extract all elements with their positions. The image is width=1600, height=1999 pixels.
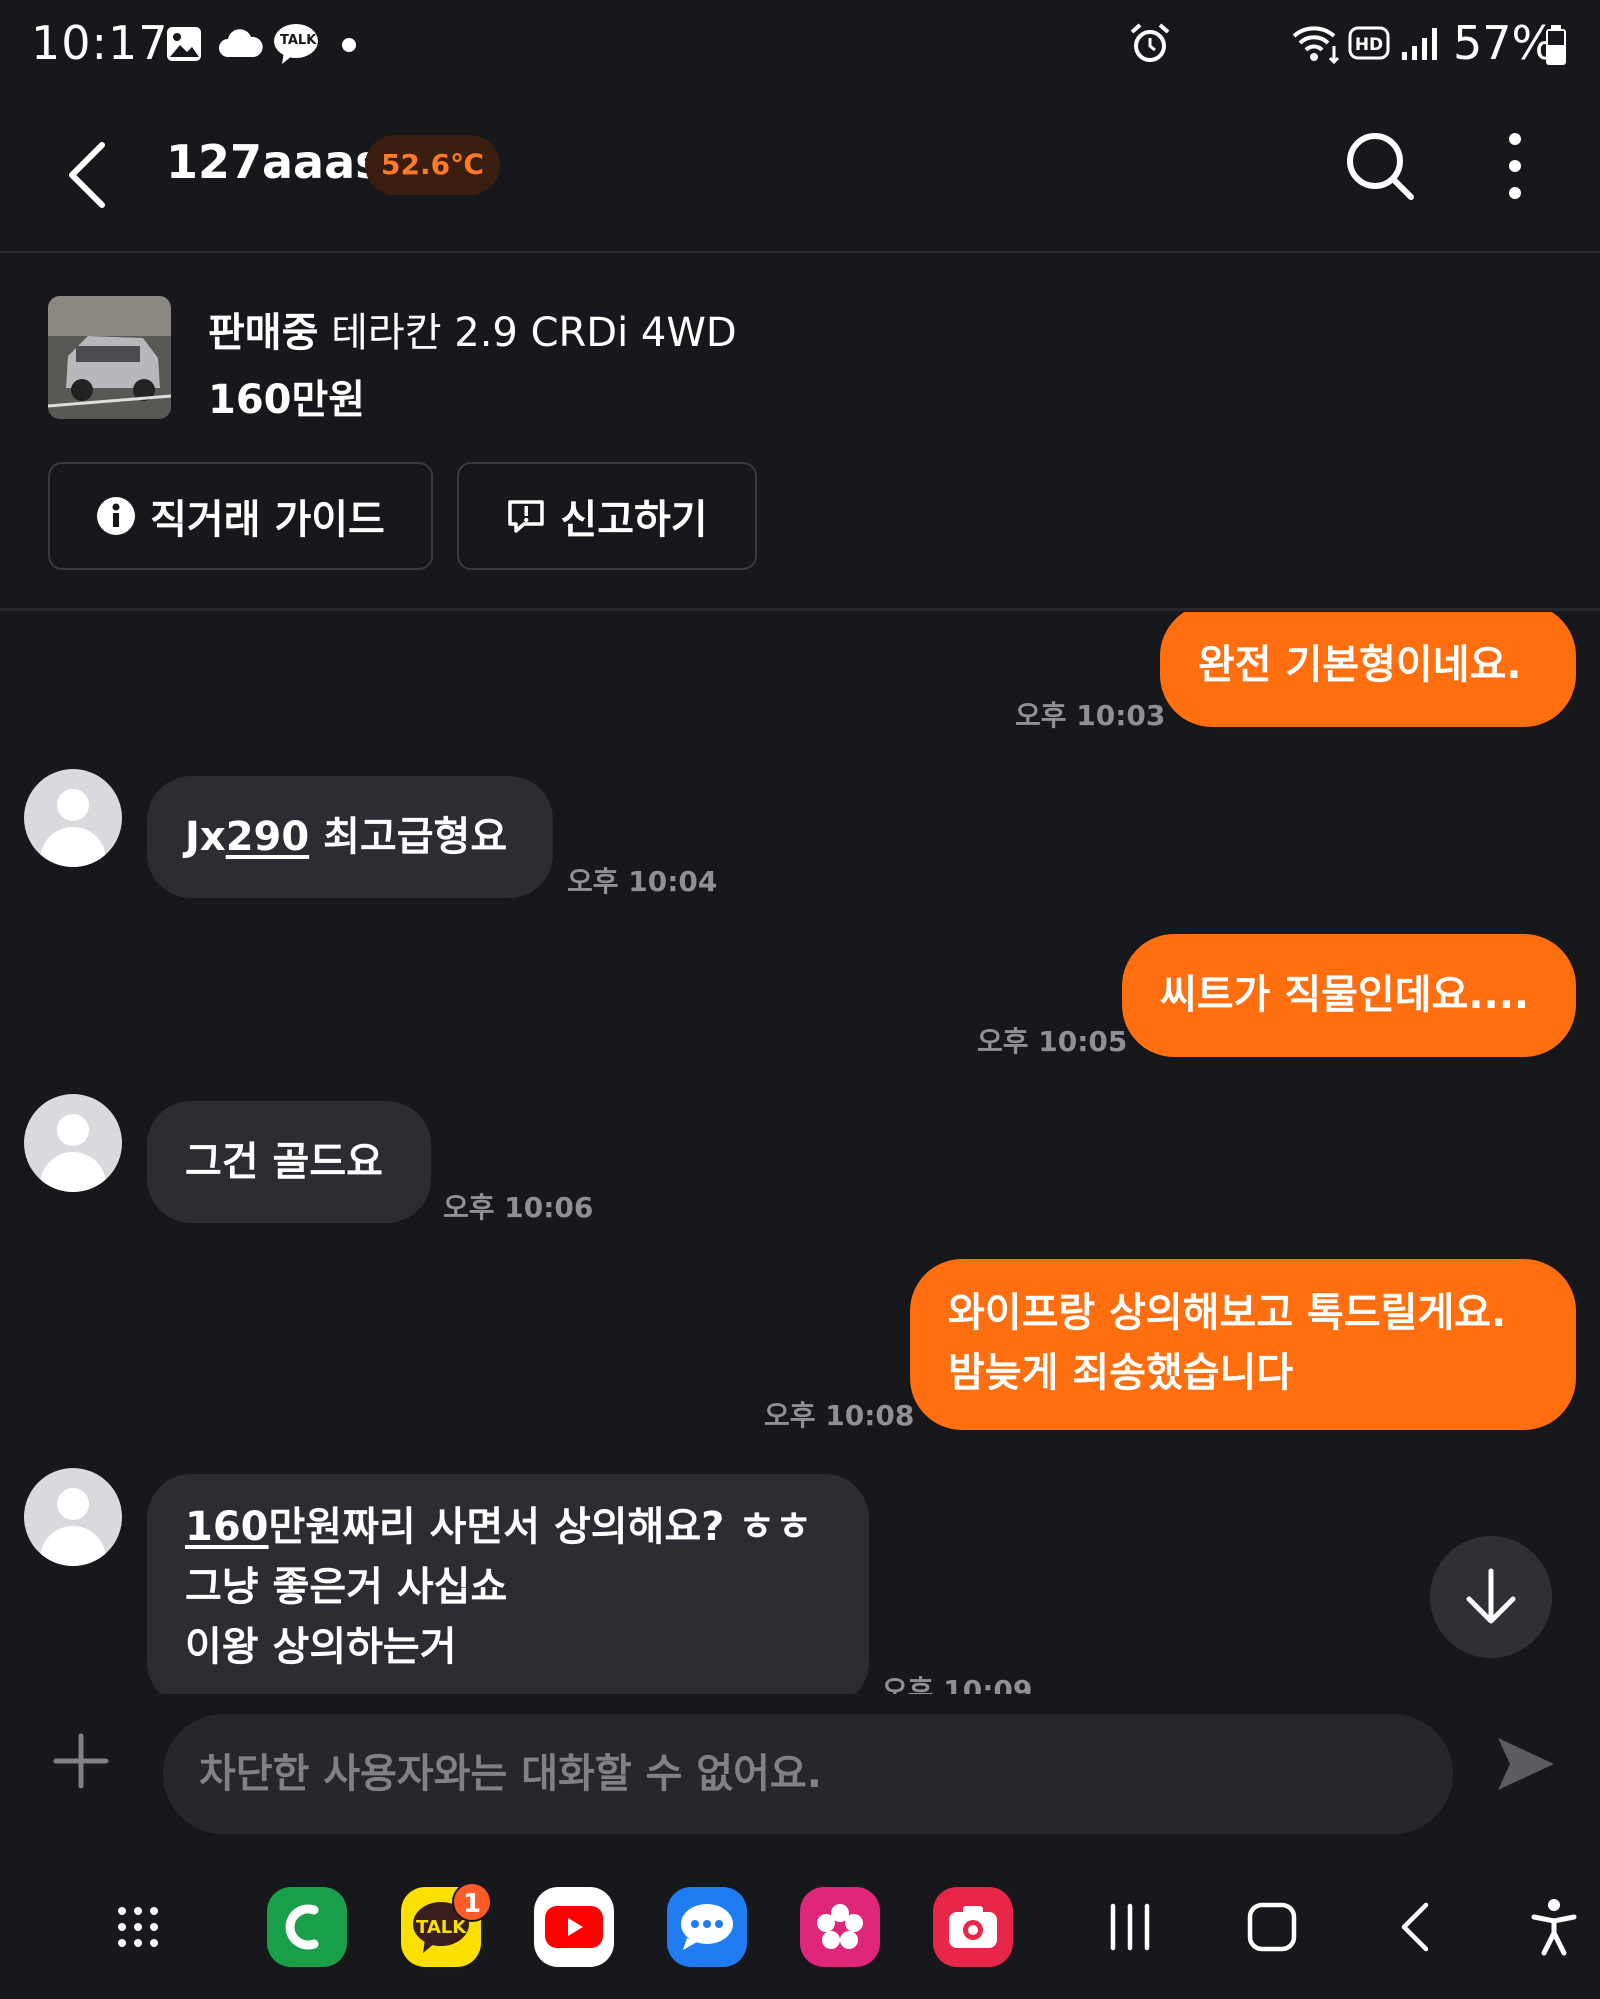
report-label: 신고하기 — [560, 497, 708, 543]
manner-temperature-badge: 52.6℃ — [365, 135, 500, 195]
kakaotalk-icon-label: TALK — [416, 1917, 467, 1938]
other-message-bubble[interactable]: 그건 골드요 — [147, 1101, 431, 1223]
direct-trade-guide-button[interactable]: 직거래 가이드 — [48, 462, 433, 570]
attach-button[interactable] — [52, 1732, 110, 1790]
svg-text:HD: HD — [1355, 35, 1383, 55]
message-text-line: 그냥 좋은거 사십쇼 — [185, 1564, 508, 1610]
arrow-down-icon — [1466, 1568, 1516, 1624]
phone-icon[interactable] — [267, 1887, 347, 1967]
notification-badge: 1 — [452, 1882, 492, 1922]
blossom-app-icon[interactable] — [800, 1887, 880, 1967]
battery-percent: 57% — [1453, 16, 1556, 70]
message-text: Jx290 최고급형요 — [185, 814, 508, 860]
chat-header: 127aaas 52.6℃ — [0, 95, 1600, 253]
product-status: 판매중 — [208, 310, 319, 356]
detected-number-link[interactable]: 160 — [185, 1504, 269, 1550]
dot-icon — [342, 38, 356, 52]
direct-trade-guide-label: 직거래 가이드 — [150, 497, 385, 543]
message-time: 오후 10:04 — [567, 865, 718, 898]
message-text: 완전 기본형이네요. — [1198, 642, 1522, 688]
more-options-button[interactable] — [1490, 129, 1540, 203]
recent-apps-button[interactable] — [1090, 1887, 1170, 1967]
message-time: 오후 10:05 — [977, 1025, 1128, 1058]
avatar[interactable] — [24, 1094, 122, 1192]
home-icon — [1247, 1902, 1297, 1952]
search-icon — [1347, 133, 1414, 200]
system-back-button[interactable] — [1376, 1887, 1456, 1967]
detected-number-link[interactable]: 290 — [226, 814, 310, 860]
signal-icon — [1400, 26, 1440, 62]
battery-icon — [1544, 24, 1568, 66]
navigation-bar: TALK 1 — [0, 1860, 1600, 1999]
kakaotalk-icon-label: TALK — [280, 33, 317, 48]
other-message-bubble[interactable]: Jx290 최고급형요 — [147, 776, 553, 898]
back-button[interactable] — [58, 135, 122, 215]
status-bar: 10:17 TALK HD 57% — [0, 0, 1600, 95]
message-input-bar — [0, 1694, 1600, 1834]
wifi-icon — [1290, 24, 1342, 64]
product-price: 160만원 — [208, 377, 366, 423]
message-text: 그건 골드요 — [185, 1139, 383, 1185]
youtube-icon[interactable] — [534, 1887, 614, 1967]
recent-apps-icon — [1110, 1903, 1150, 1951]
hd-icon: HD — [1348, 26, 1390, 60]
message-list[interactable]: 완전 기본형이네요. 오후 10:03 Jx290 최고급형요 오후 10:04… — [0, 612, 1600, 1694]
chevron-left-icon — [69, 142, 105, 208]
product-name: 테라칸 2.9 CRDi 4WD — [331, 310, 737, 356]
scroll-to-bottom-button[interactable] — [1430, 1536, 1552, 1658]
avatar[interactable] — [24, 1468, 122, 1566]
my-message-bubble[interactable]: 와이프랑 상의해보고 톡드릴게요. 밤늦게 죄송했습니다 — [910, 1259, 1576, 1430]
chevron-left-icon — [1401, 1902, 1429, 1952]
send-button[interactable] — [1494, 1732, 1558, 1796]
message-text-line: 이왕 상의하는거 — [185, 1624, 457, 1670]
message-text-line: 밤늦게 죄송했습니다 — [948, 1350, 1294, 1396]
message-text-line: 와이프랑 상의해보고 톡드릴게요. — [948, 1290, 1507, 1336]
avatar[interactable] — [24, 769, 122, 867]
message-input[interactable] — [163, 1714, 1453, 1834]
camera-icon[interactable] — [933, 1887, 1013, 1967]
report-icon — [508, 500, 545, 533]
messages-icon[interactable] — [667, 1887, 747, 1967]
more-vertical-icon — [1509, 133, 1521, 199]
search-button[interactable] — [1343, 129, 1417, 203]
message-text: 씨트가 직물인데요.... — [1160, 972, 1530, 1018]
other-message-bubble[interactable]: 160만원짜리 사면서 상의해요? ㅎㅎ 그냥 좋은거 사십쇼 이왕 상의하는거 — [147, 1474, 869, 1694]
product-card: 판매중 테라칸 2.9 CRDi 4WD 160만원 직거래 가이드 신고하기 — [0, 255, 1600, 611]
kakaotalk-icon: TALK — [272, 22, 320, 66]
home-button[interactable] — [1232, 1887, 1312, 1967]
message-text-line: 160만원짜리 사면서 상의해요? ㅎㅎ — [185, 1504, 812, 1550]
message-time: 오후 10:08 — [764, 1399, 915, 1432]
status-time: 10:17 — [31, 16, 169, 70]
accessibility-button[interactable] — [1514, 1887, 1594, 1967]
alarm-icon — [1128, 22, 1172, 66]
message-time: 오후 10:06 — [443, 1191, 594, 1224]
cloud-icon — [218, 28, 264, 60]
plus-icon — [53, 1733, 109, 1789]
product-title-line: 판매중 테라칸 2.9 CRDi 4WD — [208, 300, 737, 358]
my-message-bubble[interactable]: 씨트가 직물인데요.... — [1122, 934, 1576, 1057]
message-time: 오후 10:03 — [1015, 699, 1166, 732]
chat-partner-name[interactable]: 127aaas — [166, 135, 383, 189]
accessibility-icon — [1531, 1899, 1577, 1956]
send-icon — [1498, 1738, 1554, 1790]
report-button[interactable]: 신고하기 — [457, 462, 757, 570]
app-drawer-icon[interactable] — [98, 1887, 178, 1967]
info-icon — [97, 497, 136, 535]
product-thumbnail[interactable] — [48, 296, 171, 419]
my-message-bubble[interactable]: 완전 기본형이네요. — [1160, 612, 1576, 727]
gallery-icon — [164, 24, 204, 64]
message-time: 오후 10:09 — [882, 1674, 1033, 1694]
